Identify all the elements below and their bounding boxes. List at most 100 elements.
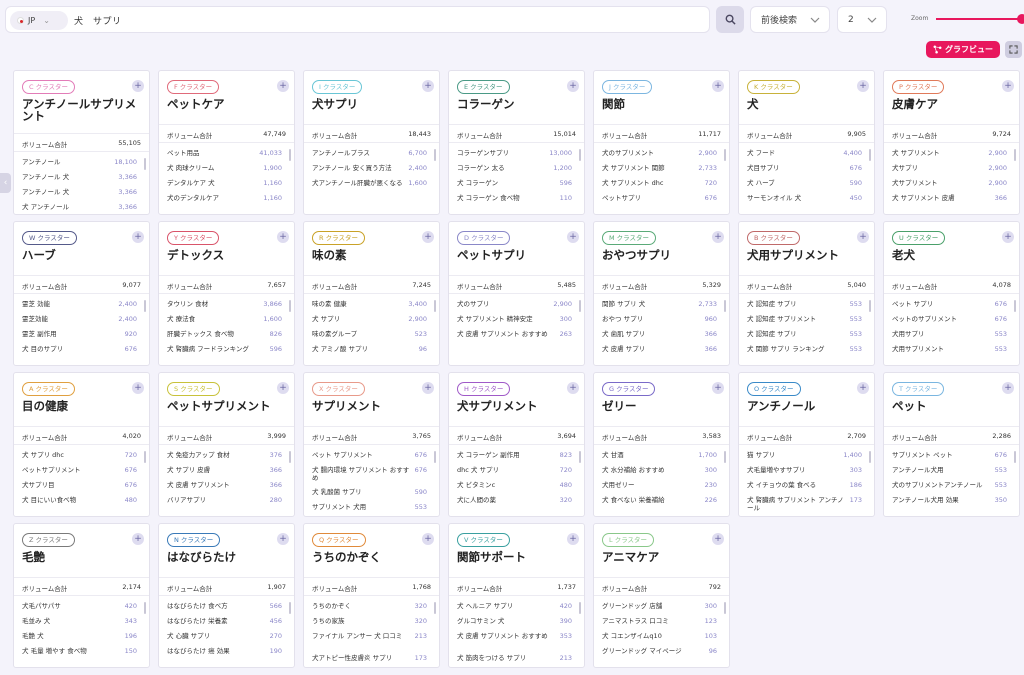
cluster-card[interactable]: T クラスター + ペット ボリューム合計 2,286 サプリメント ペット 6…: [883, 372, 1020, 517]
keyword-row[interactable]: アンチノールプラス 6,700: [304, 147, 439, 162]
cluster-card[interactable]: A クラスター + 目の健康 ボリューム合計 4,020 犬 サプリ dhc 7…: [13, 372, 150, 517]
sidebar-toggle[interactable]: ‹: [0, 173, 11, 193]
add-icon[interactable]: +: [277, 80, 289, 92]
cluster-card[interactable]: P クラスター + 皮膚ケア ボリューム合計 9,724 犬 サプリメント 2,…: [883, 70, 1020, 215]
cluster-card[interactable]: F クラスター + ペットケア ボリューム合計 47,749 ペット用品 41,…: [158, 70, 295, 215]
keyword-row[interactable]: 犬 皮膚 サプリメント おすすめ 353: [449, 630, 584, 652]
keyword-row[interactable]: 犬毛パサパサ 420: [14, 600, 149, 615]
keyword-row[interactable]: グリーンドッグ マイページ 96: [594, 645, 729, 660]
keyword-row[interactable]: 犬用サプリメント 553: [884, 343, 1019, 358]
keyword-row[interactable]: 犬のサプリメント 2,900: [594, 147, 729, 162]
keyword-row[interactable]: 犬 食べない 栄養補給 226: [594, 494, 729, 509]
keyword-row[interactable]: 犬 療法食 1,600: [159, 313, 294, 328]
add-icon[interactable]: +: [277, 231, 289, 243]
keyword-row[interactable]: アンチノール 犬 3,366: [14, 171, 149, 186]
keyword-row[interactable]: 犬 免疫力アップ 食材 376: [159, 449, 294, 464]
keyword-row[interactable]: ペット サプリメント 676: [304, 449, 439, 464]
keyword-row[interactable]: 犬 肉球クリーム 1,900: [159, 162, 294, 177]
cluster-card[interactable]: G クラスター + ゼリー ボリューム合計 3,583 犬 甘酒 1,700 犬…: [593, 372, 730, 517]
keyword-row[interactable]: dhc 犬 サプリ 720: [449, 464, 584, 479]
cluster-card[interactable]: K クラスター + 犬 ボリューム合計 9,905 犬 フード 4,400 犬目…: [738, 70, 875, 215]
cluster-card[interactable]: X クラスター + サプリメント ボリューム合計 3,765 ペット サプリメン…: [303, 372, 440, 517]
keyword-row[interactable]: 犬 歯肌 サプリ 366: [594, 328, 729, 343]
cluster-card[interactable]: D クラスター + ペットサプリ ボリューム合計 5,485 犬のサプリ 2,9…: [448, 221, 585, 366]
keyword-row[interactable]: おやつ サプリ 960: [594, 313, 729, 328]
cluster-card[interactable]: Z クラスター + 毛艶 ボリューム合計 2,174 犬毛パサパサ 420 毛並…: [13, 523, 150, 668]
keyword-row[interactable]: 犬 乳酸菌 サプリ 590: [304, 486, 439, 501]
keyword-row[interactable]: 犬 コラーゲン 副作用 823: [449, 449, 584, 464]
keyword-row[interactable]: デンタルケア 犬 1,160: [159, 177, 294, 192]
keyword-row[interactable]: 犬 サプリメント 精神安定 300: [449, 313, 584, 328]
keyword-row[interactable]: 犬 アミノ酸 サプリ 96: [304, 343, 439, 358]
keyword-row[interactable]: 犬アンチノール肝臓が悪くなる 1,600: [304, 177, 439, 192]
keyword-row[interactable]: 犬 アンチノール 3,366: [14, 201, 149, 214]
add-icon[interactable]: +: [567, 231, 579, 243]
keyword-row[interactable]: 犬 フード 4,400: [739, 147, 874, 162]
add-icon[interactable]: +: [712, 382, 724, 394]
add-icon[interactable]: +: [132, 80, 144, 92]
cluster-card[interactable]: J クラスター + 関節 ボリューム合計 11,717 犬のサプリメント 2,9…: [593, 70, 730, 215]
search-button[interactable]: [716, 6, 744, 33]
keyword-row[interactable]: コラーゲン 太る 1,200: [449, 162, 584, 177]
keyword-row[interactable]: 犬 ハーブ 590: [739, 177, 874, 192]
keyword-row[interactable]: 犬 腎臓病 フードランキング 596: [159, 343, 294, 358]
cluster-card[interactable]: N クラスター + はなびらたけ ボリューム合計 1,907 はなびらたけ 食べ…: [158, 523, 295, 668]
keyword-row[interactable]: ペットサプリメント 676: [14, 464, 149, 479]
keyword-row[interactable]: アニマストラス 口コミ 123: [594, 615, 729, 630]
keyword-row[interactable]: うちの家族 320: [304, 615, 439, 630]
cluster-card[interactable]: U クラスター + 老犬 ボリューム合計 4,078 ペット サプリ 676 ペ…: [883, 221, 1020, 366]
keyword-row[interactable]: 犬用ゼリー 230: [594, 479, 729, 494]
keyword-row[interactable]: 犬毛量増やすサプリ 303: [739, 464, 874, 479]
keyword-row[interactable]: アンチノール 犬 3,366: [14, 186, 149, 201]
keyword-row[interactable]: 犬 関節 サプリ ランキング 553: [739, 343, 874, 358]
add-icon[interactable]: +: [857, 382, 869, 394]
country-selector[interactable]: JP ⌄: [10, 11, 68, 30]
keyword-row[interactable]: 犬 認知症 サプリ 553: [739, 328, 874, 343]
keyword-row[interactable]: 犬 サプリ 皮膚 366: [159, 464, 294, 479]
keyword-row[interactable]: 犬のデンタルケア 1,160: [159, 192, 294, 207]
keyword-row[interactable]: 犬 腎臓病 サプリメント アンチノール 173: [739, 494, 874, 516]
keyword-row[interactable]: はなびらたけ 食べ方 566: [159, 600, 294, 615]
keyword-row[interactable]: 犬用サプリ 553: [884, 328, 1019, 343]
keyword-row[interactable]: サプリメント ペット 676: [884, 449, 1019, 464]
keyword-row[interactable]: 犬のサプリメントアンチノール 553: [884, 479, 1019, 494]
cluster-card[interactable]: C クラスター + アンチノールサプリメント ボリューム合計 55,105 アン…: [13, 70, 150, 215]
keyword-row[interactable]: 犬 イチョウの葉 食べる 186: [739, 479, 874, 494]
search-box[interactable]: JP ⌄ 犬 サプリ: [5, 6, 710, 33]
search-input[interactable]: 犬 サプリ: [74, 14, 122, 27]
add-icon[interactable]: +: [857, 231, 869, 243]
keyword-row[interactable]: 犬 皮膚 サプリ 366: [594, 343, 729, 358]
cluster-card[interactable]: W クラスター + ハーブ ボリューム合計 9,077 霊芝 効能 2,400 …: [13, 221, 150, 366]
keyword-row[interactable]: ファイナル アンサー 犬 口コミ 213: [304, 630, 439, 652]
keyword-row[interactable]: 犬 認知症 サプリメント 553: [739, 313, 874, 328]
keyword-row[interactable]: 犬 サプリ dhc 720: [14, 449, 149, 464]
keyword-row[interactable]: 霊芝 副作用 920: [14, 328, 149, 343]
add-icon[interactable]: +: [712, 80, 724, 92]
expand-button[interactable]: [1005, 41, 1022, 58]
add-icon[interactable]: +: [567, 382, 579, 394]
graph-view-button[interactable]: グラフビュー: [926, 41, 1000, 58]
keyword-row[interactable]: タウリン 食材 3,866: [159, 298, 294, 313]
keyword-row[interactable]: うちのかぞく 320: [304, 600, 439, 615]
keyword-row[interactable]: アンチノール 安く買う方法 2,400: [304, 162, 439, 177]
keyword-row[interactable]: 関節 サプリ 犬 2,733: [594, 298, 729, 313]
keyword-row[interactable]: 犬目サプリ 676: [739, 162, 874, 177]
zoom-slider[interactable]: [936, 18, 1024, 20]
add-icon[interactable]: +: [132, 231, 144, 243]
keyword-row[interactable]: 犬アトピー性皮膚炎 サプリ 173: [304, 652, 439, 667]
keyword-row[interactable]: 犬 ヘルニア サプリ 420: [449, 600, 584, 615]
keyword-row[interactable]: アンチノール 18,100: [14, 156, 149, 171]
keyword-row[interactable]: ペット サプリ 676: [884, 298, 1019, 313]
keyword-row[interactable]: 毛並み 犬 343: [14, 615, 149, 630]
keyword-row[interactable]: 犬サプリメント 2,900: [884, 177, 1019, 192]
keyword-row[interactable]: 犬 筋肉をつける サプリ 213: [449, 652, 584, 667]
keyword-row[interactable]: 犬 甘酒 1,700: [594, 449, 729, 464]
keyword-row[interactable]: 犬 サプリメント 皮膚 366: [884, 192, 1019, 207]
keyword-row[interactable]: 犬サプリ 2,900: [884, 162, 1019, 177]
add-icon[interactable]: +: [712, 533, 724, 545]
cluster-card[interactable]: L クラスター + アニマケア ボリューム合計 792 グリーンドッグ 店舗 3…: [593, 523, 730, 668]
add-icon[interactable]: +: [422, 533, 434, 545]
keyword-row[interactable]: 犬 認知症 サプリ 553: [739, 298, 874, 313]
add-icon[interactable]: +: [422, 231, 434, 243]
cluster-card[interactable]: V クラスター + 関節サポート ボリューム合計 1,737 犬 ヘルニア サプ…: [448, 523, 585, 668]
